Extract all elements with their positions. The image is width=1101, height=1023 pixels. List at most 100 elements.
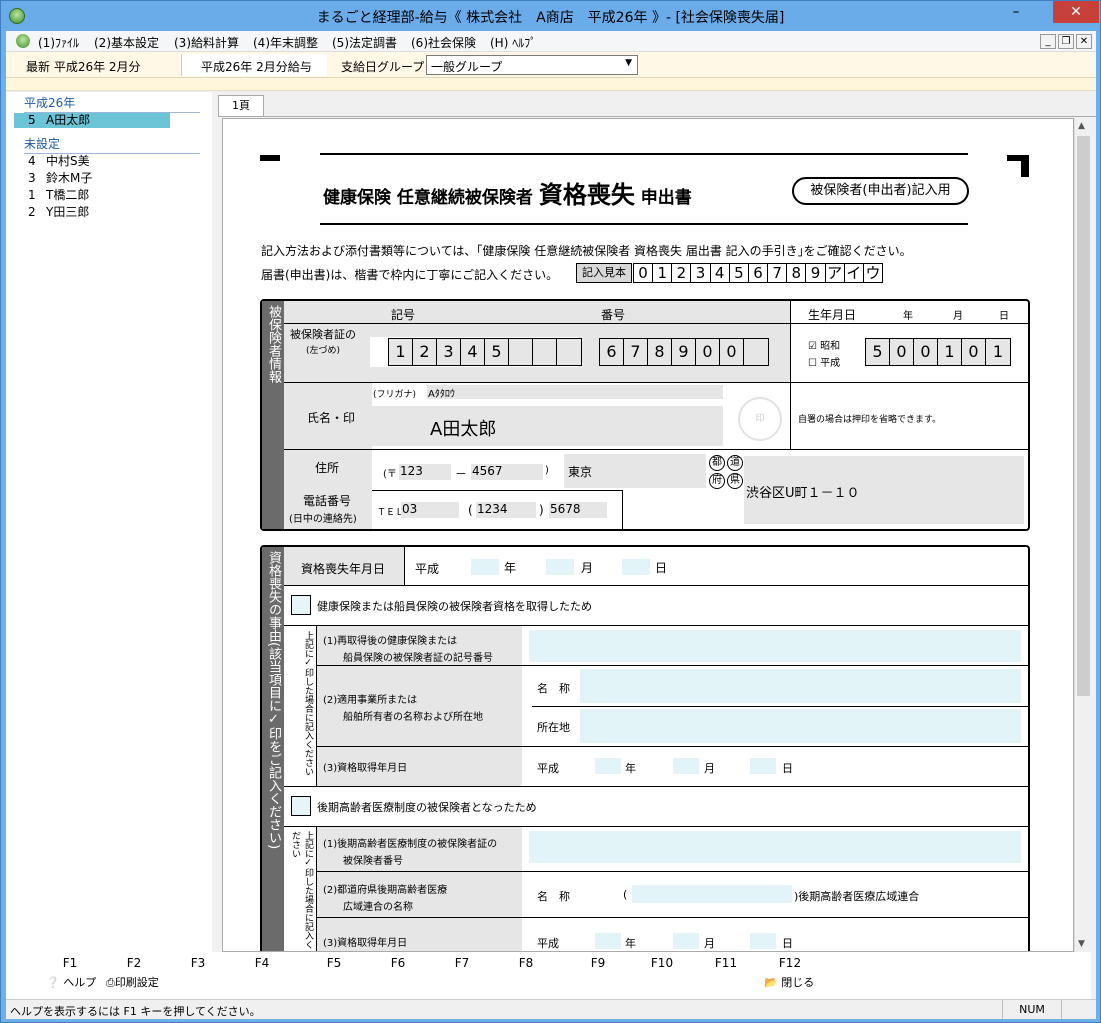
close-window-button[interactable]: ✕ (1053, 1, 1099, 23)
menu-help[interactable]: (H) ﾍﾙﾌﾟ (490, 34, 536, 51)
minimize-button[interactable]: – (1001, 1, 1031, 23)
fkey-f9[interactable]: F9 (578, 956, 618, 970)
menu-social-insurance[interactable]: (6)社会保険 (411, 34, 476, 51)
fkey-f12[interactable]: F12 (770, 956, 810, 970)
mdi-minimize-button[interactable]: _ (1040, 34, 1056, 49)
r2-item1-line2: 被保険者番号 (343, 856, 403, 867)
loss-day-input[interactable] (622, 559, 650, 575)
sidebar-item-employee[interactable]: 3 鈴木M子 (14, 171, 170, 186)
fkey-f7[interactable]: F7 (442, 956, 482, 970)
r1-month-input[interactable] (673, 758, 699, 774)
digit (509, 339, 533, 365)
sidebar-item-employee[interactable]: 1 T橋二郎 (14, 188, 170, 203)
digit (557, 339, 581, 365)
sample-char: 1 (653, 264, 673, 282)
reason1-checkbox[interactable] (291, 595, 311, 615)
title-bar: まるごと経理部-給与《 株式会社 A商店 平成26年 》- [社会保険喪失届] … (1, 1, 1100, 31)
fkey-f10[interactable]: F10 (642, 956, 682, 970)
era-heisei-option[interactable]: ☐ 平成 (808, 354, 840, 369)
close-button[interactable]: 📂 閉じる (764, 974, 814, 990)
menu-bar: (1)ﾌｧｲﾙ (2)基本設定 (3)給料計算 (4)年末調整 (5)法定調書 … (6, 31, 1096, 52)
sample-char: 6 (749, 264, 769, 282)
r2-era: 平成 (537, 937, 559, 950)
digit: 7 (624, 339, 648, 365)
employee-name: A田太郎 (46, 113, 91, 127)
r1-year-label: 年 (625, 762, 636, 775)
bangou-label: 番号 (601, 308, 626, 322)
menu-legal-records[interactable]: (5)法定調書 (332, 34, 397, 51)
menu-app-icon[interactable] (16, 34, 30, 48)
r1-cert-number-input[interactable] (529, 630, 1021, 662)
r1-location-input[interactable] (580, 709, 1021, 743)
bangou-input[interactable]: 678900 (599, 338, 769, 366)
instruction-note: 届書(申出書)は、楷書で枠内に丁寧にご記入ください。 (261, 268, 559, 282)
menu-basic-settings[interactable]: (2)基本設定 (94, 34, 159, 51)
print-settings-button[interactable]: ⎙印刷設定 (106, 974, 159, 990)
vertical-scrollbar[interactable]: ▲ ▼ (1074, 118, 1091, 952)
pref-ken-option[interactable]: 県 (727, 473, 743, 489)
tel3-value: 5678 (550, 502, 581, 516)
reason2-checkbox[interactable] (291, 796, 311, 816)
r1-name-input[interactable] (580, 669, 1021, 703)
sidebar-item-employee[interactable]: 5 A田太郎 (14, 113, 170, 128)
era-showa-option[interactable]: ☑ 昭和 (808, 337, 840, 352)
r1-item1-line2: 船員保険の被保険者証の記号番号 (343, 653, 493, 664)
r2-month-input[interactable] (673, 933, 699, 949)
scroll-thumb[interactable] (1077, 136, 1090, 696)
r2-year-input[interactable] (595, 933, 621, 949)
sample-char: 2 (672, 264, 692, 282)
zip-mark: (〒 (383, 469, 397, 480)
fkey-f2[interactable]: F2 (114, 956, 154, 970)
kigou-input[interactable]: 12345 (388, 338, 582, 366)
fkey-f5[interactable]: F5 (314, 956, 354, 970)
fkey-f4[interactable]: F4 (242, 956, 282, 970)
scroll-up-icon[interactable]: ▲ (1078, 121, 1085, 131)
r2-insured-number-input[interactable] (529, 831, 1021, 863)
furigana-input[interactable] (427, 385, 723, 399)
mdi-restore-button[interactable]: ❐ (1058, 34, 1074, 49)
fkey-f11[interactable]: F11 (706, 956, 746, 970)
fkey-f3[interactable]: F3 (178, 956, 218, 970)
sample-char: 3 (691, 264, 711, 282)
menu-file[interactable]: (1)ﾌｧｲﾙ (38, 34, 79, 51)
r1-year-input[interactable] (595, 758, 621, 774)
pref-dou-option[interactable]: 道 (727, 455, 743, 471)
pref-fu-option[interactable]: 府 (709, 473, 725, 489)
menu-salary-calc[interactable]: (3)給料計算 (174, 34, 239, 51)
status-bar: ヘルプを表示するには F1 キーを押してください。 NUM (6, 999, 1096, 1019)
divider (404, 547, 405, 585)
printer-icon: ⎙ (106, 976, 115, 989)
form-title-c: 申出書 (640, 188, 692, 208)
employee-name: T橋二郎 (46, 188, 90, 202)
fkey-f1[interactable]: F1 (50, 956, 90, 970)
sidebar-group-unset: 未設定 (24, 135, 200, 154)
loss-month-input[interactable] (546, 559, 574, 575)
sample-char: 8 (787, 264, 807, 282)
fkey-f8[interactable]: F8 (506, 956, 546, 970)
menu-year-end[interactable]: (4)年末調整 (253, 34, 318, 51)
mdi-close-button[interactable]: ✕ (1076, 34, 1092, 49)
mdi-controls: _ ❐ ✕ (1038, 33, 1092, 49)
tab-page-1[interactable]: 1頁 (218, 95, 264, 117)
scroll-down-icon[interactable]: ▼ (1078, 939, 1085, 949)
r2-day-input[interactable] (750, 933, 776, 949)
loss-year-input[interactable] (471, 559, 499, 575)
loss-month-label: 月 (581, 561, 594, 575)
help-button[interactable]: ❔ ヘルプ (46, 974, 96, 990)
birth-input[interactable]: 500101 (865, 338, 1011, 366)
pref-to-option[interactable]: 都 (709, 455, 725, 471)
group-select[interactable]: 一般グループ ▼ (426, 55, 638, 75)
r2-union-name-input[interactable] (632, 885, 792, 903)
name-input[interactable] (372, 406, 723, 446)
tel-paren-close: ) (539, 503, 544, 517)
sub-note: 上記に✓印した場合に記入ください (290, 831, 313, 949)
zip2-value: 4567 (472, 464, 503, 478)
r1-day-input[interactable] (750, 758, 776, 774)
zip1-value: 123 (400, 464, 423, 478)
divider (317, 871, 1029, 872)
divider (532, 706, 1029, 707)
sidebar-item-employee[interactable]: 4 中村S美 (14, 154, 170, 169)
fkey-f6[interactable]: F6 (378, 956, 418, 970)
r2-union-suffix: )後期高齢者医療広域連合 (794, 890, 920, 903)
sidebar-item-employee[interactable]: 2 Y田三郎 (14, 205, 170, 220)
